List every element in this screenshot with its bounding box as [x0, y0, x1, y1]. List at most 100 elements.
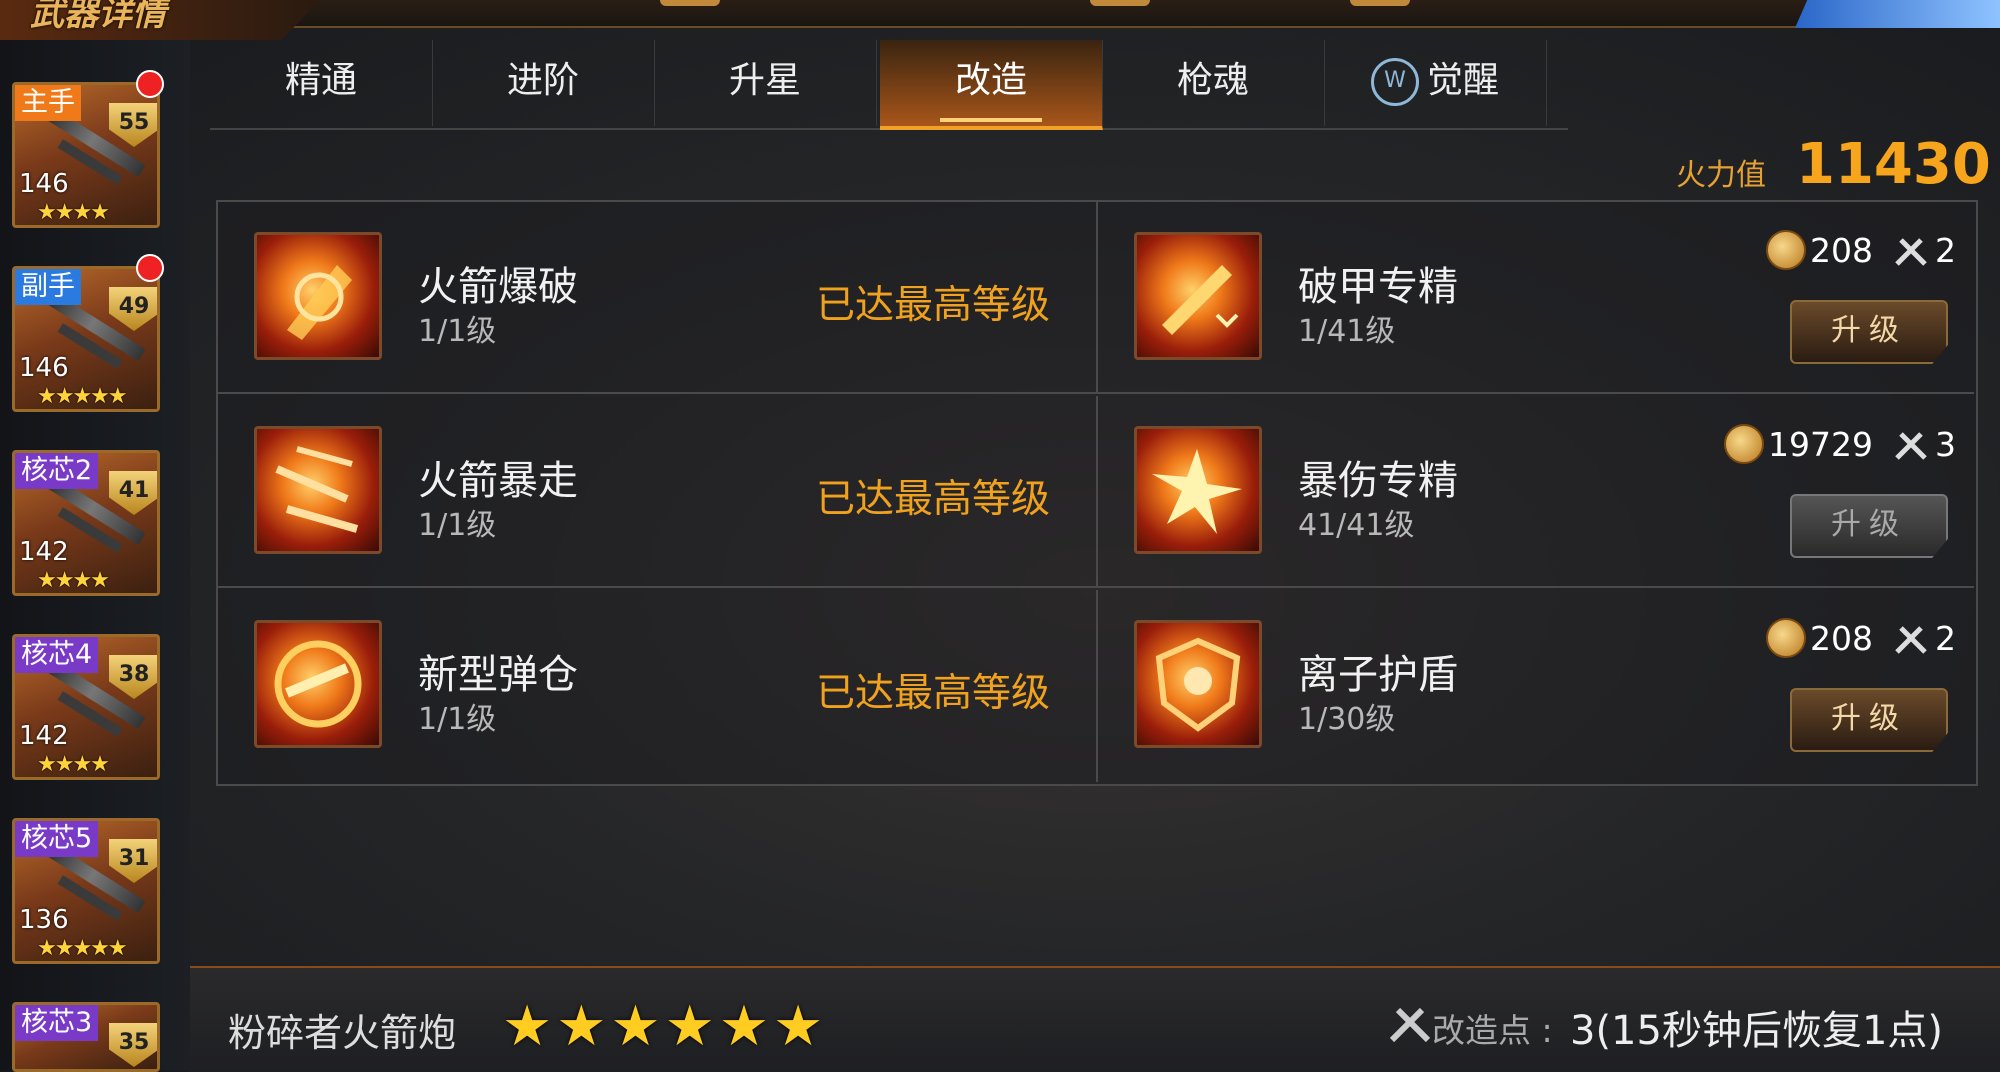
firepower-label: 火力值: [1676, 158, 1766, 193]
weapon-slot-label: 核芯3: [15, 1005, 99, 1041]
weapon-card-core2[interactable]: 核芯2 41 142 ★★★★: [12, 450, 160, 596]
max-level-status: 已达最高等级: [815, 671, 1050, 716]
skill-cell: 破甲专精 1/41级 208 2 升级: [1096, 202, 1974, 394]
upgrade-cost: 208 2: [1766, 228, 1956, 272]
rocket-blast-icon[interactable]: [254, 232, 382, 360]
weapon-list-sidebar: 主手 55 146 ★★★★ 副手 49 146 ★★★★★ 核芯2 41 14…: [0, 40, 190, 1072]
coin-icon: [1766, 618, 1806, 658]
skill-level: 1/1级: [418, 314, 497, 349]
crit-damage-icon[interactable]: [1134, 426, 1262, 554]
parts-cost: 2: [1935, 230, 1956, 270]
skill-cell: 新型弹仓 1/1级 已达最高等级: [218, 590, 1096, 782]
weapon-power: 142: [19, 537, 69, 567]
page-title: 武器详情: [30, 0, 166, 34]
upgrade-button[interactable]: 升级: [1790, 688, 1948, 752]
weapon-slot-label: 核芯2: [15, 453, 99, 489]
top-ornament: [1350, 0, 1410, 6]
weapon-power: 136: [19, 905, 69, 935]
weapon-stars: ★★★★: [37, 752, 110, 777]
title-plate: 武器详情: [0, 0, 320, 40]
parts-cost: 3: [1935, 424, 1956, 464]
weapon-slot-label: 核芯4: [15, 637, 99, 673]
rocket-rampage-icon[interactable]: [254, 426, 382, 554]
top-ornament: [1090, 0, 1150, 6]
coin-cost: 208: [1810, 230, 1873, 270]
wrench-icon: [1891, 618, 1931, 658]
upgrade-button[interactable]: 升级: [1790, 300, 1948, 364]
weapon-level-badge: 38: [109, 655, 157, 699]
tab-gun-soul[interactable]: 枪魂: [1102, 40, 1325, 126]
weapon-level-badge: 31: [109, 839, 157, 883]
tab-modify[interactable]: 改造: [880, 40, 1103, 130]
weapon-level-badge: 35: [109, 1023, 157, 1067]
coin-icon: [1766, 230, 1806, 270]
weapon-stars: ★★★★★: [37, 384, 128, 409]
weapon-level-badge: 49: [109, 287, 157, 331]
skill-name: 火箭暴走: [418, 458, 578, 504]
tab-advance[interactable]: 进阶: [432, 40, 655, 126]
notification-dot: [136, 70, 164, 98]
weapon-stars: ★★★★: [37, 200, 110, 225]
skill-level: 41/41级: [1298, 508, 1415, 543]
ion-shield-icon[interactable]: [1134, 620, 1262, 748]
skill-cell: 离子护盾 1/30级 208 2 升级: [1096, 590, 1974, 782]
coin-cost: 19729: [1768, 424, 1873, 464]
skill-level: 1/1级: [418, 508, 497, 543]
weapon-name: 粉碎者火箭炮: [228, 1011, 457, 1055]
weapon-card-core5[interactable]: 核芯5 31 136 ★★★★★: [12, 818, 160, 964]
skill-name: 离子护盾: [1298, 652, 1458, 698]
notification-dot: [136, 254, 164, 282]
tab-mastery[interactable]: 精通: [210, 40, 433, 126]
upgrade-button[interactable]: 升级: [1790, 494, 1948, 558]
weapon-level-badge: 41: [109, 471, 157, 515]
coin-cost: 208: [1810, 618, 1873, 658]
weapon-slot-label: 主手: [15, 85, 81, 121]
top-right-button[interactable]: [1795, 0, 2000, 28]
wrench-icon: [1386, 998, 1434, 1046]
skill-cell: 火箭暴走 1/1级 已达最高等级: [218, 396, 1096, 588]
new-magazine-icon[interactable]: [254, 620, 382, 748]
mod-points-label: 改造点 :: [1432, 1011, 1553, 1050]
weapon-card-core4[interactable]: 核芯4 38 142 ★★★★: [12, 634, 160, 780]
weapon-level-badge: 55: [109, 103, 157, 147]
weapon-info-bar: 粉碎者火箭炮 ★★★★★★ 改造点 : 3(15秒钟后恢复1点): [190, 966, 2000, 1072]
skill-level: 1/1级: [418, 702, 497, 737]
skill-name: 火箭爆破: [418, 264, 578, 310]
tab-awaken[interactable]: W 觉醒: [1324, 40, 1547, 126]
tab-star-up[interactable]: 升星: [654, 40, 877, 126]
weapon-slot-label: 副手: [15, 269, 81, 305]
firepower-value: 11430: [1796, 132, 1991, 197]
upgrade-cost: 208 2: [1766, 616, 1956, 660]
skill-name: 新型弹仓: [418, 652, 578, 698]
wrench-icon: [1891, 424, 1931, 464]
wrench-icon: [1891, 230, 1931, 270]
weapon-card-secondary[interactable]: 副手 49 146 ★★★★★: [12, 266, 160, 412]
weapon-star-rating: ★★★★★★: [502, 994, 828, 1059]
tab-bar: 精通 进阶 升星 改造 枪魂 W 觉醒: [210, 40, 1568, 130]
skill-level: 1/30级: [1298, 702, 1396, 737]
weapon-power: 146: [19, 169, 69, 199]
modification-grid: 火箭爆破 1/1级 已达最高等级 破甲专精 1/41级 208 2 升级 火箭暴…: [216, 200, 1978, 786]
parts-cost: 2: [1935, 618, 1956, 658]
skill-cell: 暴伤专精 41/41级 19729 3 升级: [1096, 396, 1974, 588]
coin-icon: [1724, 424, 1765, 464]
weapon-power: 146: [19, 353, 69, 383]
armor-break-icon[interactable]: [1134, 232, 1262, 360]
max-level-status: 已达最高等级: [815, 283, 1050, 328]
weapon-card-core3[interactable]: 核芯3 35: [12, 1002, 160, 1072]
weapon-card-main[interactable]: 主手 55 146 ★★★★: [12, 82, 160, 228]
weapon-stars: ★★★★: [37, 568, 110, 593]
skill-name: 暴伤专精: [1298, 458, 1458, 504]
upgrade-cost: 19729 3: [1724, 422, 1956, 466]
top-ornament: [660, 0, 720, 6]
mod-points-value: 3(15秒钟后恢复1点): [1570, 1008, 1944, 1054]
tab-awaken-label: 觉醒: [1426, 60, 1499, 101]
skill-level: 1/41级: [1298, 314, 1396, 349]
skill-name: 破甲专精: [1298, 264, 1458, 310]
weapon-slot-label: 核芯5: [15, 821, 99, 857]
weapon-stars: ★★★★★: [37, 936, 128, 961]
max-level-status: 已达最高等级: [815, 477, 1050, 522]
awaken-icon: W: [1370, 58, 1419, 106]
weapon-power: 142: [19, 721, 69, 751]
skill-cell: 火箭爆破 1/1级 已达最高等级: [218, 202, 1096, 394]
